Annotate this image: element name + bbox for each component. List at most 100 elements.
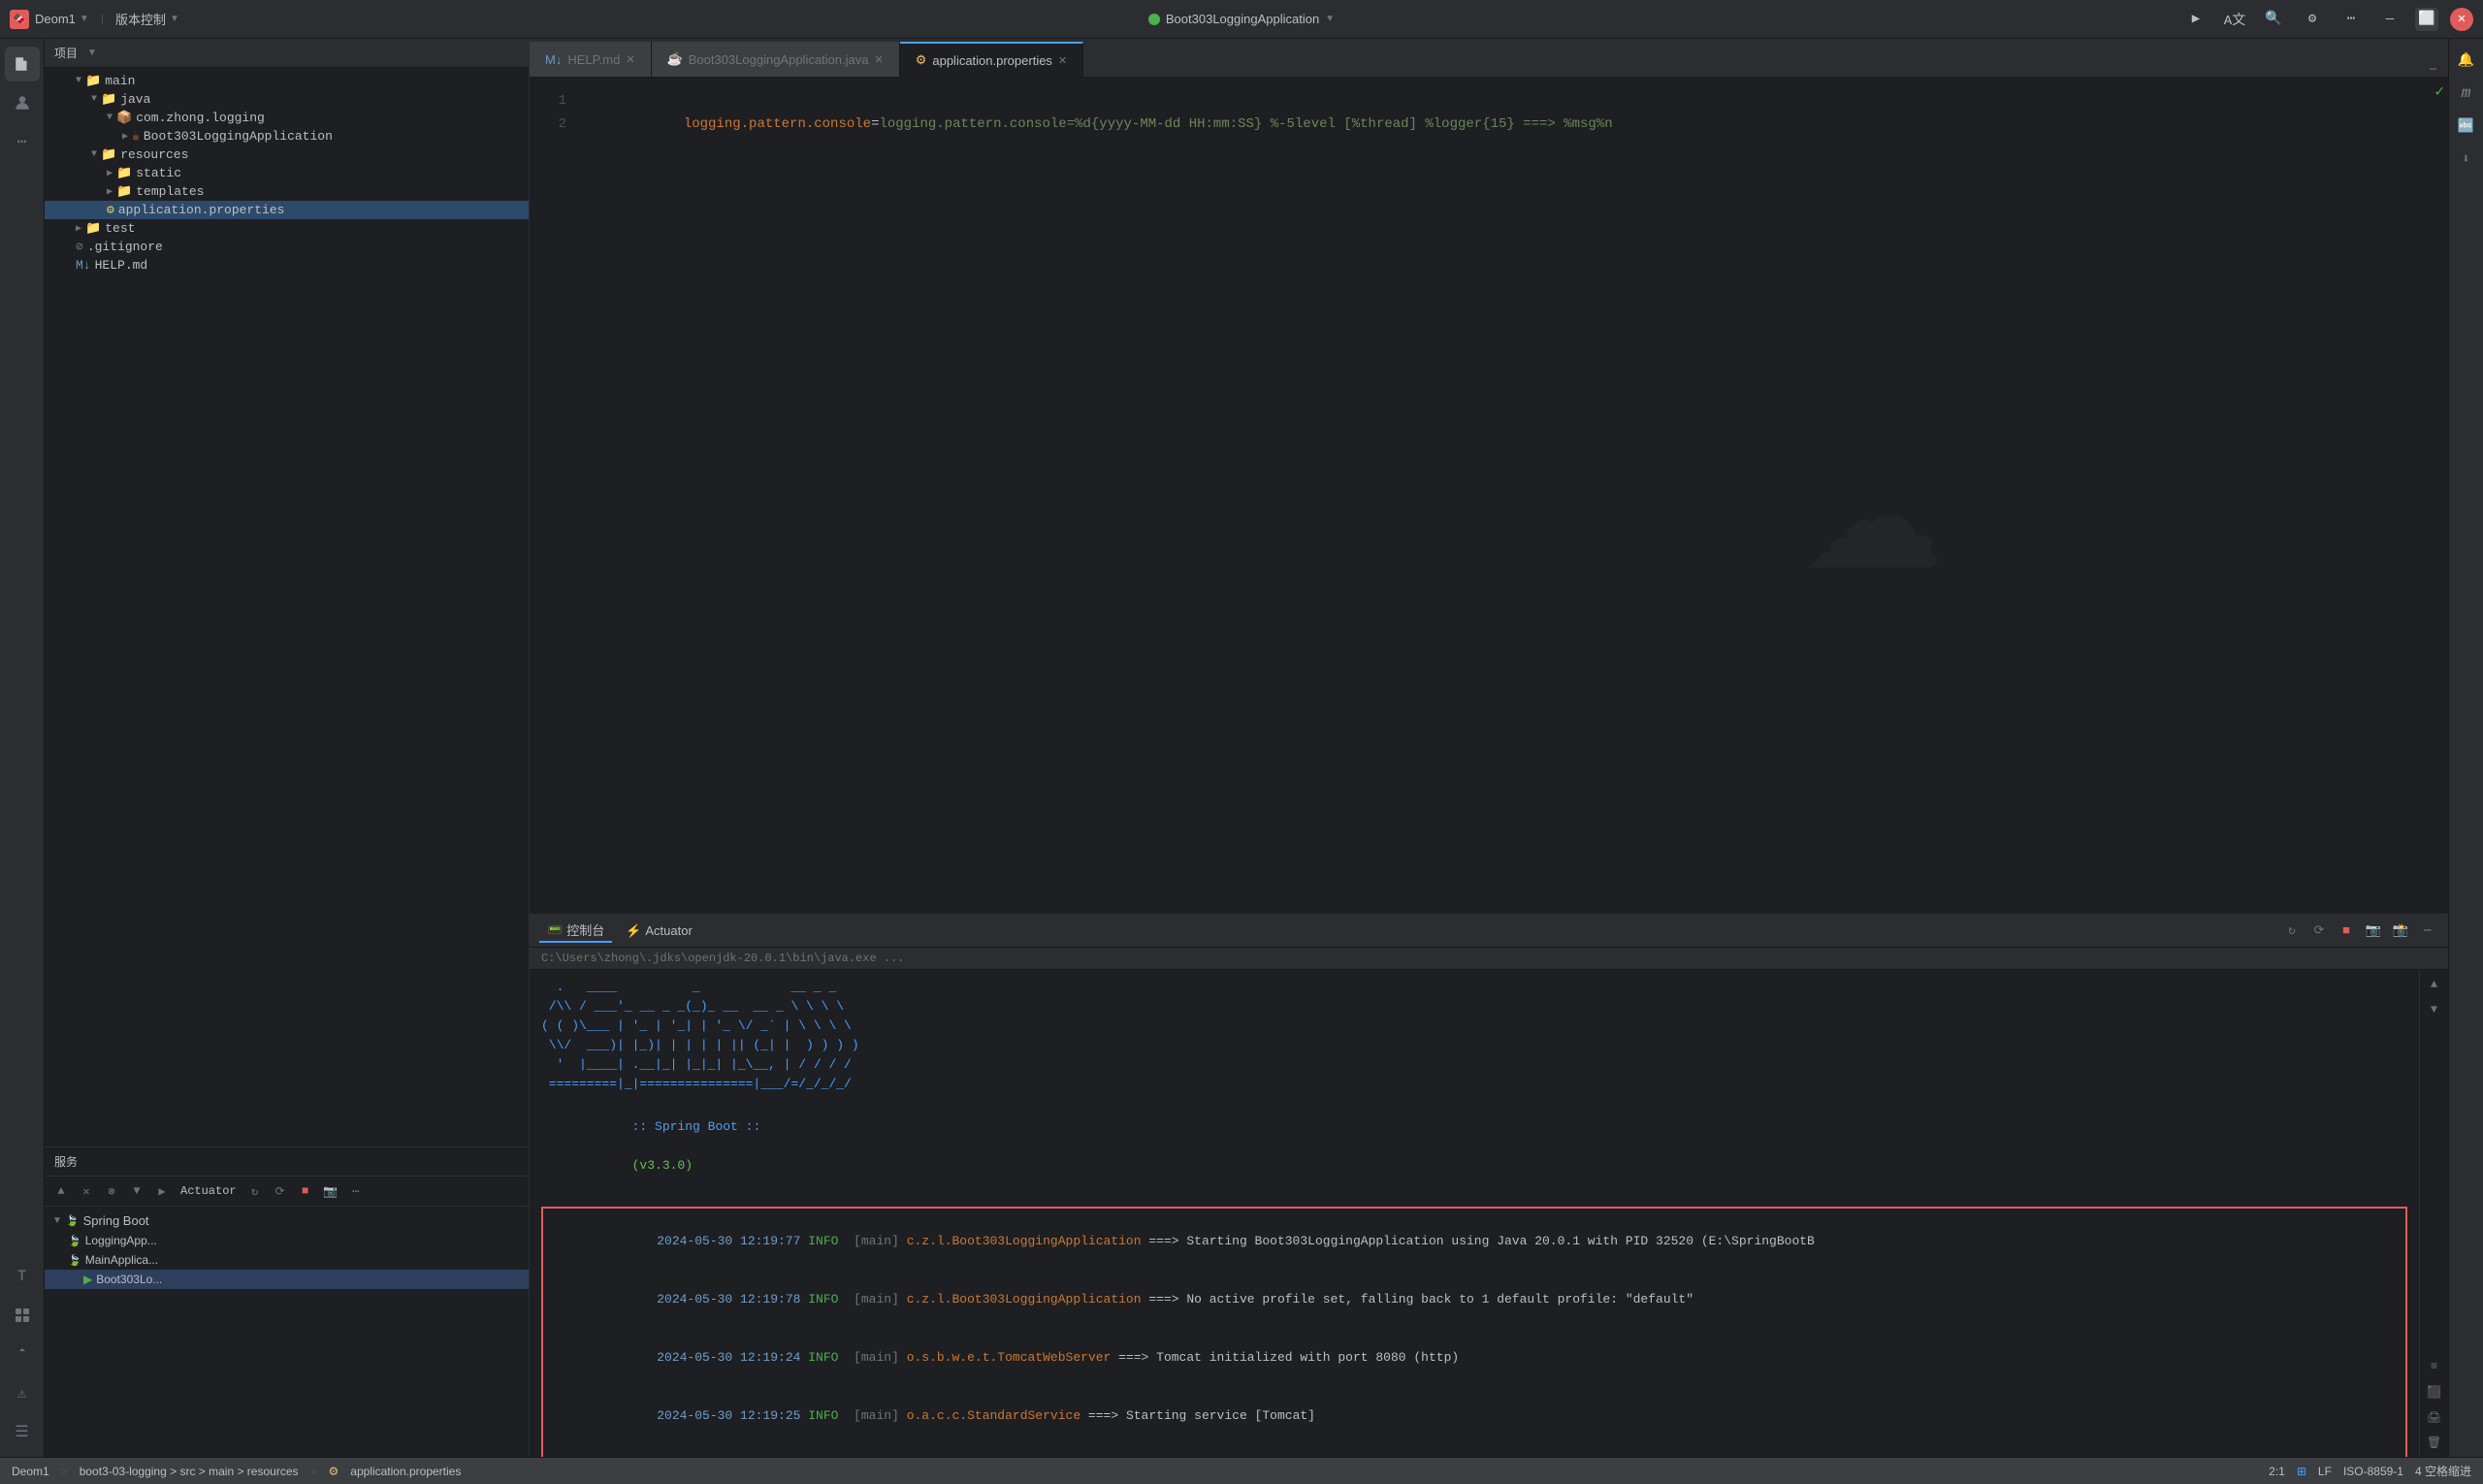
service-loggingapp-item[interactable]: 🍃 LoggingApp... — [45, 1231, 529, 1250]
log-class-3: o.a.c.c.StandardService — [907, 1408, 1088, 1423]
version-control-label[interactable]: 版本控制 ▼ — [115, 10, 179, 28]
services-stop-btn[interactable]: ■ — [295, 1180, 316, 1202]
tree-item-helpmd[interactable]: M↓ HELP.md — [45, 256, 529, 274]
term-refresh2-btn[interactable]: ⟳ — [2308, 920, 2330, 942]
log-class-2: o.s.b.w.e.t.TomcatWebServer — [907, 1350, 1118, 1365]
tree-item-main[interactable]: ▼ 📁 main — [45, 72, 529, 90]
activity-files-icon[interactable] — [5, 47, 40, 81]
tree-item-boot303[interactable]: ▶ ☕ Boot303LoggingApplication — [45, 127, 529, 145]
term-snapshot-btn[interactable]: 📷 — [2363, 920, 2384, 942]
log-line-0: 2024-05-30 12:19:77 INFO [main] c.z.l.Bo… — [551, 1212, 2398, 1271]
activity-menu-icon[interactable]: ☰ — [5, 1414, 40, 1449]
service-springboot-item[interactable]: ▼ 🍃 Spring Boot — [45, 1210, 529, 1231]
app-name-display: Boot303LoggingApplication ▼ — [1148, 12, 1335, 26]
tab-appprops-close[interactable]: ✕ — [1058, 54, 1067, 67]
activity-text-icon[interactable]: T — [5, 1259, 40, 1294]
sidebar-chevron: ▼ — [87, 48, 97, 58]
status-breadcrumb-text: boot3-03-logging > src > main > resource… — [80, 1465, 299, 1478]
status-encoding[interactable]: LF — [2318, 1465, 2332, 1478]
terminal-tab-console[interactable]: 📟 控制台 — [539, 919, 612, 943]
tree-item-templates[interactable]: ▶ 📁 templates — [45, 182, 529, 201]
tree-item-test[interactable]: ▶ 📁 test — [45, 219, 529, 238]
services-close-btn[interactable]: ✕ — [76, 1180, 97, 1202]
log-line-4: 2024-05-30 12:19:25 INFO [main] o.a.c.c.… — [551, 1445, 2398, 1457]
tree-chevron-pkg: ▼ — [107, 113, 113, 123]
maximize-button[interactable]: ⬜ — [2415, 8, 2438, 31]
project-selector[interactable]: Deom1 ▼ — [35, 12, 89, 26]
term-align-icon[interactable]: ⬛ — [2424, 1381, 2445, 1403]
more-options-icon[interactable]: ⋯ — [2338, 6, 2365, 33]
term-print-icon[interactable]: 🖨 — [2424, 1406, 2445, 1428]
tab-boot303java[interactable]: ☕ Boot303LoggingApplication.java ✕ — [652, 42, 900, 77]
app-chevron: ▼ — [1325, 14, 1335, 24]
console-output[interactable]: . ____ _ __ _ _ /\\ / ___'_ __ _ _(_)_ _… — [530, 970, 2419, 1457]
settings-icon[interactable]: ⚙ — [2299, 6, 2326, 33]
term-camera2-btn[interactable]: 📸 — [2390, 920, 2411, 942]
status-indent[interactable]: 4 空格缩进 — [2415, 1463, 2471, 1479]
tree-md-icon: M↓ — [76, 258, 91, 273]
app-name-text: Boot303LoggingApplication — [1166, 12, 1319, 26]
log-thread-1: [main] — [846, 1292, 906, 1307]
translate-icon[interactable]: A文 — [2221, 6, 2248, 33]
activity-people-icon[interactable] — [5, 85, 40, 120]
activity-upload-icon[interactable] — [5, 1337, 40, 1371]
term-more-btn[interactable]: ⋯ — [2417, 920, 2438, 942]
editor-content[interactable]: logging.pattern.console=logging.pattern.… — [578, 78, 2448, 914]
right-notifications-icon[interactable]: 🔔 — [2453, 47, 2480, 74]
tree-item-java[interactable]: ▼ 📁 java — [45, 90, 529, 109]
services-actuator-btn[interactable]: Actuator — [177, 1180, 241, 1202]
close-button[interactable]: ✕ — [2450, 8, 2473, 31]
run-button[interactable]: ▶ — [2182, 6, 2209, 33]
status-filename[interactable]: application.properties — [350, 1465, 461, 1478]
activity-plugin-icon[interactable] — [5, 1298, 40, 1333]
tree-item-com-zhong-logging[interactable]: ▼ 📦 com.zhong.logging — [45, 109, 529, 127]
term-scroll-up-icon[interactable]: ▲ — [2424, 974, 2445, 995]
right-text-icon[interactable]: 🔤 — [2453, 113, 2480, 140]
search-icon[interactable]: 🔍 — [2260, 6, 2287, 33]
right-arrow-icon[interactable]: ⬇ — [2453, 145, 2480, 173]
services-more-btn[interactable]: ⋯ — [345, 1180, 367, 1202]
tree-item-gitignore[interactable]: ⊘ .gitignore — [45, 238, 529, 256]
activity-more-icon[interactable]: ⋯ — [5, 124, 40, 159]
status-breadcrumb[interactable]: boot3-03-logging > src > main > resource… — [80, 1465, 299, 1478]
term-refresh-btn[interactable]: ↻ — [2281, 920, 2303, 942]
tree-item-static[interactable]: ▶ 📁 static — [45, 164, 529, 182]
boot303lo-run-icon: ▶ — [83, 1273, 92, 1286]
services-refresh-btn[interactable]: ↻ — [244, 1180, 266, 1202]
activity-warning-icon[interactable]: ⚠ — [5, 1375, 40, 1410]
log-class-1: c.z.l.Boot303LoggingApplication — [907, 1292, 1149, 1307]
service-mainapplica-item[interactable]: 🍃 MainApplica... — [45, 1250, 529, 1270]
status-charset[interactable]: ISO-8859-1 — [2343, 1465, 2403, 1478]
services-header: 服务 — [45, 1147, 529, 1177]
service-boot303lo-item[interactable]: ▶ Boot303Lo... — [45, 1270, 529, 1289]
services-refresh2-btn[interactable]: ⟳ — [270, 1180, 291, 1202]
minimize-button[interactable]: — — [2376, 6, 2403, 33]
services-camera-btn[interactable]: 📷 — [320, 1180, 341, 1202]
status-project[interactable]: Deom1 — [12, 1465, 49, 1478]
spring-boot-spaces — [632, 1139, 708, 1153]
right-m-icon[interactable]: m — [2453, 80, 2480, 107]
tree-item-resources[interactable]: ▼ 📁 resources — [45, 145, 529, 164]
services-panel: 服务 ▲ ✕ ⊛ ▼ ▶ Actuator ↻ ⟳ ■ 📷 ⋯ ▼ 🍃 Spri… — [45, 1146, 529, 1457]
editor-checkmark-icon[interactable]: ✓ — [2435, 81, 2444, 101]
services-filter-btn[interactable]: ⊛ — [101, 1180, 122, 1202]
term-wrap-icon[interactable]: ≡ — [2424, 1356, 2445, 1377]
services-run-btn[interactable]: ▶ — [151, 1180, 173, 1202]
log-date-2: 2024-05-30 12:19:24 — [657, 1350, 808, 1365]
terminal-tab-actuator[interactable]: ⚡ Actuator — [618, 921, 700, 941]
tree-item-appprops[interactable]: ⚙ application.properties — [45, 201, 529, 219]
tab-helpmd[interactable]: M↓ HELP.md ✕ — [530, 42, 652, 77]
tab-boot303java-close[interactable]: ✕ — [874, 53, 883, 66]
tab-helpmd-close[interactable]: ✕ — [626, 53, 634, 66]
tree-folder-icon-pkg: 📦 — [116, 111, 132, 125]
term-delete-icon[interactable]: 🗑 — [2424, 1432, 2445, 1453]
tab-more-button[interactable]: ⋯ — [2418, 62, 2448, 77]
services-collapse-btn[interactable]: ▲ — [50, 1180, 72, 1202]
term-scroll-down-icon[interactable]: ▼ — [2424, 999, 2445, 1020]
tab-appprops[interactable]: ⚙ application.properties ✕ — [900, 42, 1083, 77]
services-expand-btn[interactable]: ▼ — [126, 1180, 147, 1202]
status-cursor[interactable]: 2:1 — [2269, 1465, 2285, 1478]
editor-right-actions: ✓ — [2431, 78, 2448, 105]
tab-bar: M↓ HELP.md ✕ ☕ Boot303LoggingApplication… — [530, 39, 2448, 78]
term-stop-btn[interactable]: ■ — [2336, 920, 2357, 942]
